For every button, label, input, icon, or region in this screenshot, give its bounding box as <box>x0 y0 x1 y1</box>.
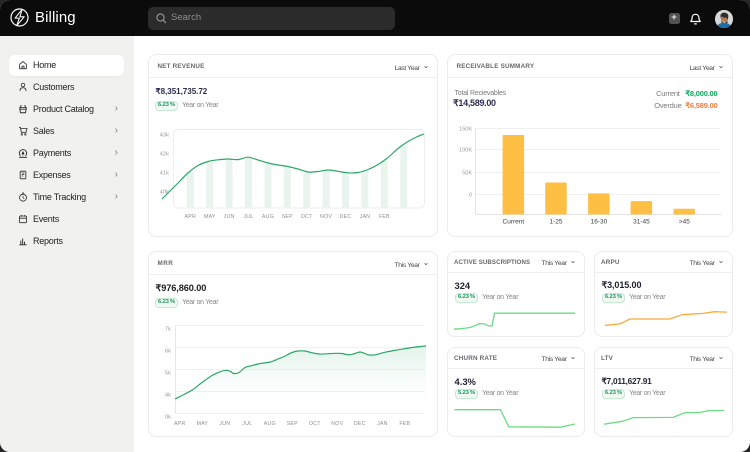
svg-text:JUN: JUN <box>224 214 235 220</box>
svg-text:DEC: DEC <box>340 214 352 220</box>
svg-text:APR: APR <box>185 214 197 220</box>
svg-text:NOV: NOV <box>331 421 343 427</box>
svg-text:OCT: OCT <box>301 214 313 220</box>
svg-text:150K: 150K <box>459 127 472 133</box>
svg-text:0k: 0k <box>165 415 171 421</box>
svg-text:NOV: NOV <box>320 214 332 220</box>
svg-text:4k: 4k <box>165 393 171 399</box>
svg-text:AUG: AUG <box>264 421 276 427</box>
svg-text:AUG: AUG <box>262 214 274 220</box>
svg-text:JAN: JAN <box>360 214 371 220</box>
svg-text:SEP: SEP <box>282 214 293 220</box>
svg-text:7k: 7k <box>165 327 171 333</box>
svg-text:50K: 50K <box>462 171 472 177</box>
svg-text:16-30: 16-30 <box>591 219 608 226</box>
svg-text:6k: 6k <box>165 349 171 355</box>
svg-text:FEB: FEB <box>379 214 390 220</box>
svg-text:31-45: 31-45 <box>633 219 650 226</box>
svg-text:5k: 5k <box>165 371 171 377</box>
svg-text:APR: APR <box>174 421 186 427</box>
svg-text:JAN: JAN <box>377 421 388 427</box>
svg-text:FEB: FEB <box>399 421 410 427</box>
svg-text:42k: 42k <box>160 152 169 158</box>
svg-text:41k: 41k <box>160 171 169 177</box>
svg-text:43k: 43k <box>160 133 169 139</box>
svg-text:JUN: JUN <box>219 421 230 427</box>
svg-text:1-25: 1-25 <box>549 219 562 226</box>
svg-text:Current: Current <box>503 219 525 226</box>
svg-text:JUL: JUL <box>243 214 253 220</box>
svg-text:>45: >45 <box>679 219 690 226</box>
svg-text:100K: 100K <box>459 148 472 154</box>
svg-text:SEP: SEP <box>287 421 298 427</box>
svg-text:JUL: JUL <box>242 421 252 427</box>
svg-text:DEC: DEC <box>354 421 366 427</box>
svg-text:40k: 40k <box>160 190 169 196</box>
svg-text:MAY: MAY <box>196 421 208 427</box>
svg-text:MAY: MAY <box>204 214 216 220</box>
svg-text:OCT: OCT <box>309 421 321 427</box>
svg-text:0: 0 <box>469 193 472 199</box>
